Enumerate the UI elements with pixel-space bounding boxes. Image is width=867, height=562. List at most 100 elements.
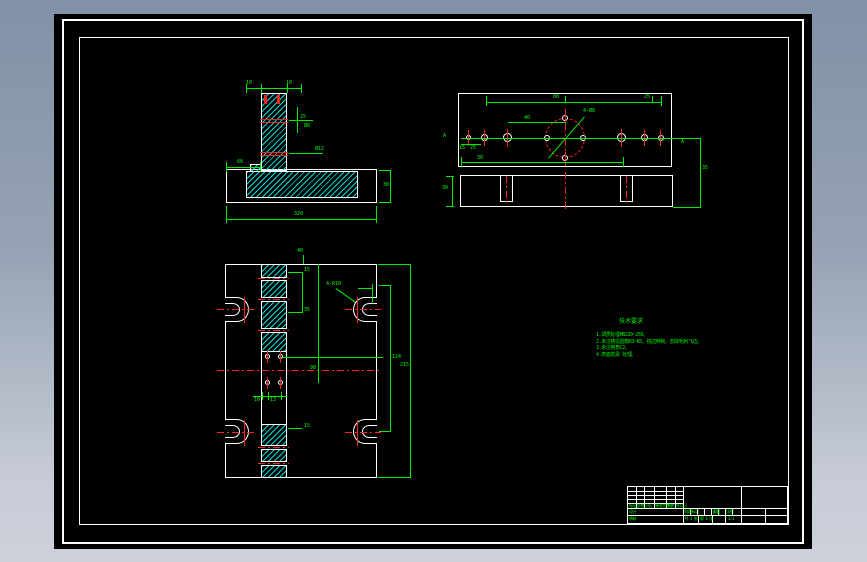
dimension-line — [261, 84, 262, 93]
dimension-label: 124 — [392, 354, 402, 360]
section-label: A — [443, 133, 447, 139]
center-line — [260, 155, 288, 156]
center-line — [260, 122, 288, 123]
grid-line — [725, 515, 726, 523]
dimension-line — [302, 272, 303, 313]
dimension-label: 80 — [553, 94, 560, 100]
dimension-line — [390, 285, 391, 432]
dimension-line — [358, 288, 372, 289]
dimension-label: Ø8 — [304, 123, 311, 129]
dimension-line — [508, 122, 566, 123]
dimension-line — [288, 312, 302, 313]
center-line — [357, 297, 358, 323]
title-block-cell: 处数 — [637, 502, 645, 508]
dimension-line — [268, 392, 269, 400]
dimension-line — [623, 157, 624, 167]
dimension-label: 35 — [702, 165, 709, 171]
drawing-canvas[interactable]: 10 10 25 Ø8 Ø12 60 320 30 80 25 40 15 25… — [54, 14, 812, 549]
title-block-cell: 1:1 — [728, 516, 734, 521]
outline — [261, 352, 262, 424]
center-line — [258, 278, 289, 279]
dimension-line — [379, 202, 390, 203]
center-line — [258, 463, 289, 464]
dimension-line — [288, 272, 302, 273]
dimension-label: 30 — [383, 182, 390, 188]
center-line — [260, 119, 288, 120]
center-line — [345, 309, 381, 310]
center-line — [258, 299, 289, 300]
dimension-line — [673, 207, 700, 208]
dimension-label: 13 — [270, 397, 277, 403]
center-line — [258, 447, 289, 448]
dimension-label: 10 — [246, 80, 253, 86]
title-block-cell: 共 1 张 — [684, 516, 698, 521]
center-line — [217, 370, 380, 371]
title-block-cell: 标记 — [629, 502, 637, 508]
outline — [460, 175, 673, 207]
hatch-area — [261, 465, 287, 478]
dimension-label: 15 — [304, 267, 311, 273]
dimension-line — [452, 176, 453, 207]
center-line — [280, 377, 281, 389]
dimension-line — [303, 255, 304, 264]
title-block-cell: 设计 — [629, 509, 637, 514]
grid-line — [628, 508, 787, 509]
center-line — [506, 176, 507, 206]
dimension-line — [318, 264, 319, 383]
tech-requirements-line: 4.表面发黑 处理。 — [596, 351, 637, 358]
hole-slot — [264, 95, 267, 104]
dimension-label: Ø12 — [315, 146, 325, 152]
dimension-label: 4-R10 — [326, 281, 342, 287]
dimension-line — [226, 167, 261, 168]
hole-slot — [277, 95, 280, 104]
title-block-cell: 比例 — [726, 509, 734, 514]
dimension-line — [378, 264, 411, 265]
center-line — [345, 432, 381, 433]
center-line — [565, 172, 566, 211]
dimension-line — [226, 162, 227, 172]
center-line — [267, 351, 268, 363]
center-line — [357, 420, 358, 446]
dimension-label: 15 — [459, 145, 466, 151]
dimension-line — [262, 392, 263, 400]
hatch-area — [261, 449, 287, 462]
dimension-label: 320 — [294, 211, 304, 217]
center-line — [260, 152, 288, 153]
center-line — [217, 432, 257, 433]
dimension-label: 60 — [237, 159, 244, 165]
dimension-line — [281, 392, 282, 400]
hatch-area — [261, 332, 287, 352]
dimension-line — [565, 96, 566, 103]
outline — [632, 175, 633, 202]
title-block-cell: 审核 — [629, 516, 637, 521]
dimension-line — [379, 431, 390, 432]
grid-line — [741, 487, 742, 523]
dimension-line — [410, 264, 411, 478]
tech-requirements-title: 技术要求 — [619, 318, 644, 325]
dimension-line — [661, 96, 662, 106]
dimension-label: 40 — [297, 248, 304, 254]
dimension-line — [461, 162, 623, 163]
dimension-line — [226, 206, 227, 223]
dimension-label: 215 — [400, 362, 410, 368]
dimension-line — [372, 284, 373, 302]
hatch-area — [246, 171, 358, 198]
dimension-label: 25 — [470, 145, 477, 151]
hatch-area — [261, 301, 287, 329]
grid-line — [704, 508, 705, 515]
title-block-cell: 分区 — [645, 502, 653, 508]
hatch-area — [261, 424, 287, 446]
dimension-label: 30 — [442, 185, 449, 191]
tech-requirements-line: 1.调质处理HB220~250。 — [596, 332, 648, 338]
outline — [500, 175, 501, 202]
dimension-line — [289, 153, 323, 154]
dimension-line — [446, 176, 454, 177]
dimension-label: 30 — [477, 155, 484, 161]
center-line — [244, 297, 245, 323]
dimension-line — [288, 428, 302, 429]
title-block: 标记 处数 分区 更改文件号 签名 年月日 设计 审核 阶段标记 重量 比例 1… — [627, 486, 788, 524]
dimension-line — [289, 120, 313, 121]
dimension-label: 10 — [254, 397, 261, 403]
dimension-label: 90 — [310, 365, 317, 371]
dimension-line — [301, 84, 302, 93]
